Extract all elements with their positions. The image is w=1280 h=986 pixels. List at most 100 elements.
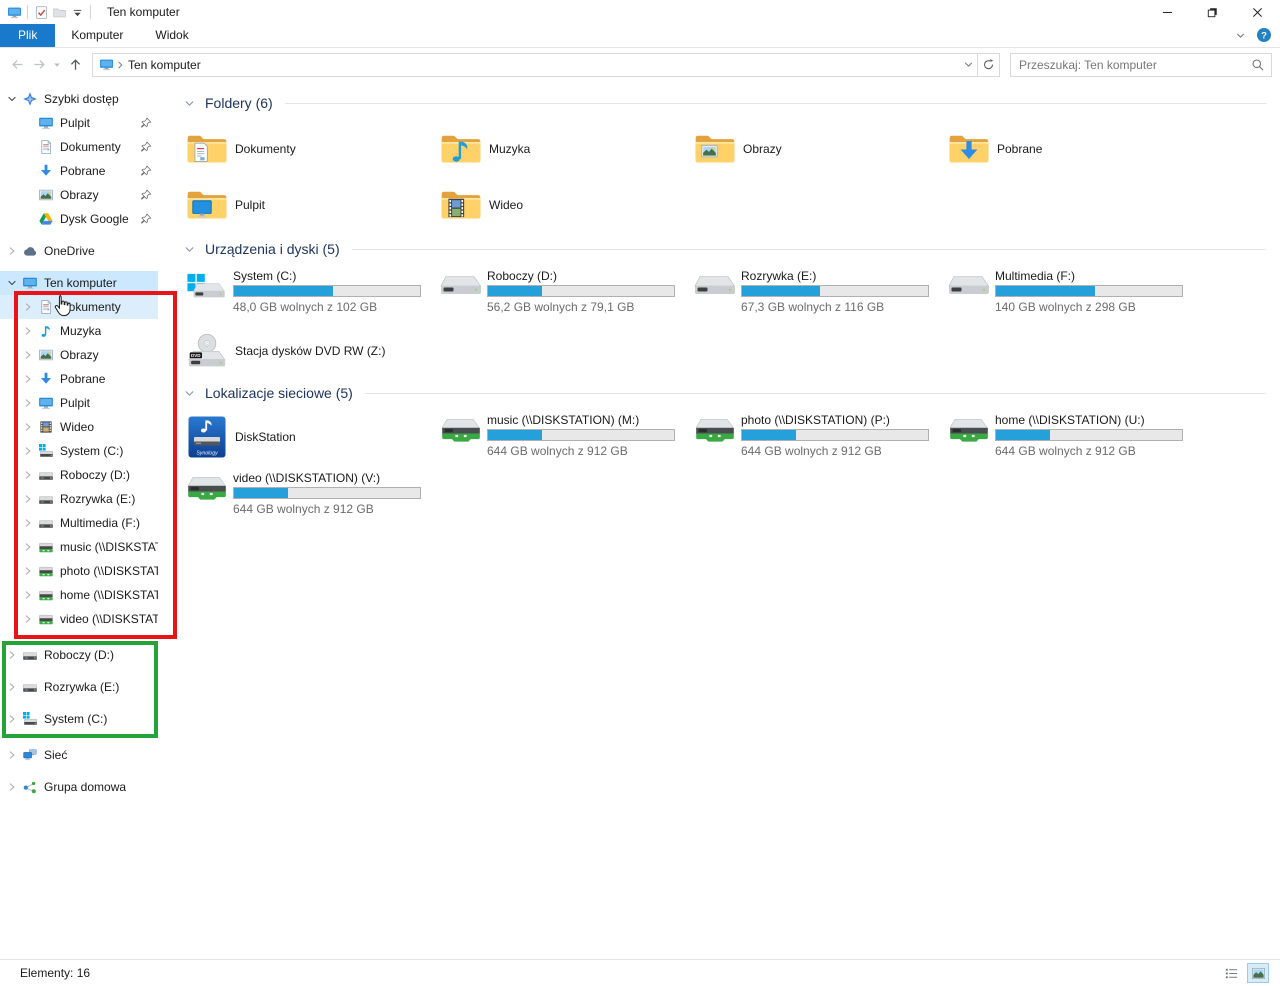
chevron-down-icon[interactable] xyxy=(4,93,20,105)
chevron-right-icon[interactable] xyxy=(20,541,36,553)
sidebar-item-roboczy-d[interactable]: Roboczy (D:) xyxy=(0,639,158,671)
sidebar-item-sieć[interactable]: Sieć xyxy=(0,743,158,767)
chevron-right-icon[interactable] xyxy=(4,713,20,725)
tile-obrazy[interactable]: Obrazy xyxy=(691,121,937,177)
status-bar: Elementy: 16 xyxy=(0,959,1280,986)
sidebar-item-roboczy-d[interactable]: Roboczy (D:) xyxy=(0,463,158,487)
sidebar-item-pobrane[interactable]: Pobrane xyxy=(0,367,158,391)
address-dropdown-chevron-icon[interactable] xyxy=(962,58,975,71)
tile-home-diskstation-u[interactable]: home (\\DISKSTATION) (U:)644 GB wolnych … xyxy=(945,411,1191,469)
tab-widok[interactable]: Widok xyxy=(139,24,204,47)
sidebar-item-ten-komputer[interactable]: Ten komputer xyxy=(0,271,158,295)
tile-muzyka[interactable]: Muzyka xyxy=(437,121,683,177)
group-header-urządzenia-i-dyski-5[interactable]: Urządzenia i dyski (5) xyxy=(183,239,1266,259)
sidebar-item-system-c[interactable]: System (C:) xyxy=(0,439,158,463)
chevron-right-icon[interactable] xyxy=(20,469,36,481)
tab-plik[interactable]: Plik xyxy=(0,24,55,47)
ribbon-expand-chevron-icon[interactable] xyxy=(1234,29,1247,42)
sidebar-item-music-diskstation-m[interactable]: music (\\DISKSTATION) (M:) xyxy=(0,535,158,559)
search-box[interactable] xyxy=(1010,53,1272,77)
recent-locations-dropdown-icon[interactable] xyxy=(50,54,64,76)
chevron-right-icon[interactable] xyxy=(4,681,20,693)
chevron-right-icon[interactable] xyxy=(20,589,36,601)
breadcrumb-separator-icon[interactable] xyxy=(114,59,126,71)
sidebar-item-muzyka[interactable]: Muzyka xyxy=(0,319,158,343)
tile-diskstation[interactable]: SynologyDiskStation xyxy=(183,411,429,463)
sidebar-item-dokumenty[interactable]: Dokumenty xyxy=(0,135,158,159)
sidebar-item-pulpit[interactable]: Pulpit xyxy=(0,111,158,135)
chevron-down-icon[interactable] xyxy=(183,387,196,400)
sidebar-item-dokumenty[interactable]: Dokumenty xyxy=(0,295,158,319)
sidebar-item-obrazy[interactable]: Obrazy xyxy=(0,183,158,207)
chevron-right-icon[interactable] xyxy=(4,781,20,793)
sidebar-item-obrazy[interactable]: Obrazy xyxy=(0,343,158,367)
qat-dropdown-icon[interactable] xyxy=(68,3,86,21)
tile-pobrane[interactable]: Pobrane xyxy=(945,121,1191,177)
chevron-right-icon[interactable] xyxy=(20,565,36,577)
sidebar-item-grupa-domowa[interactable]: Grupa domowa xyxy=(0,775,158,799)
search-input[interactable] xyxy=(1017,57,1251,73)
chevron-right-icon[interactable] xyxy=(20,301,36,313)
tile-rozrywka-e[interactable]: Rozrywka (E:)67,3 GB wolnych z 116 GB xyxy=(691,267,937,325)
group-header-foldery-6[interactable]: Foldery (6) xyxy=(183,93,1266,113)
sidebar-item-photo-diskstation-p[interactable]: photo (\\DISKSTATION) (P:) xyxy=(0,559,158,583)
refresh-button[interactable] xyxy=(978,53,1000,77)
sidebar-item-onedrive[interactable]: OneDrive xyxy=(0,239,158,263)
sidebar-item-wideo[interactable]: Wideo xyxy=(0,415,158,439)
up-button[interactable] xyxy=(64,54,86,76)
list-view-icon[interactable] xyxy=(1221,964,1241,982)
sidebar-item-label: music (\\DISKSTATION) (M:) xyxy=(60,540,158,554)
sidebar-item-video-diskstation-v[interactable]: video (\\DISKSTATION) (V:) xyxy=(0,607,158,631)
search-icon[interactable] xyxy=(1251,58,1265,72)
tile-pulpit[interactable]: Pulpit xyxy=(183,177,429,233)
chevron-right-icon[interactable] xyxy=(20,613,36,625)
thumbnail-view-icon[interactable] xyxy=(1248,964,1268,982)
chevron-right-icon[interactable] xyxy=(20,493,36,505)
tile-music-diskstation-m[interactable]: music (\\DISKSTATION) (M:)644 GB wolnych… xyxy=(437,411,683,469)
tile-roboczy-d[interactable]: Roboczy (D:)56,2 GB wolnych z 79,1 GB xyxy=(437,267,683,325)
sidebar-item-system-c[interactable]: System (C:) xyxy=(0,703,158,735)
chevron-right-icon[interactable] xyxy=(20,445,36,457)
address-bar[interactable]: Ten komputer xyxy=(92,53,978,77)
sidebar-item-rozrywka-e[interactable]: Rozrywka (E:) xyxy=(0,487,158,511)
chevron-right-icon[interactable] xyxy=(20,373,36,385)
check-document-icon[interactable] xyxy=(32,3,50,21)
group-header-lokalizacje-sieciowe-5[interactable]: Lokalizacje sieciowe (5) xyxy=(183,383,1266,403)
breadcrumb[interactable]: Ten komputer xyxy=(128,58,201,72)
forward-button[interactable] xyxy=(28,54,50,76)
tile-multimedia-f[interactable]: Multimedia (F:)140 GB wolnych z 298 GB xyxy=(945,267,1191,325)
onedrive-icon xyxy=(20,243,40,259)
folder-icon[interactable] xyxy=(50,3,68,21)
sidebar-item-pobrane[interactable]: Pobrane xyxy=(0,159,158,183)
tile-photo-diskstation-p[interactable]: photo (\\DISKSTATION) (P:)644 GB wolnych… xyxy=(691,411,937,469)
help-icon[interactable]: ? xyxy=(1256,27,1272,43)
chevron-right-icon[interactable] xyxy=(20,325,36,337)
close-button[interactable] xyxy=(1235,0,1280,24)
tile-wideo[interactable]: Wideo xyxy=(437,177,683,233)
sidebar-item-pulpit[interactable]: Pulpit xyxy=(0,391,158,415)
tile-stacja-dysków-dvd-rw-z[interactable]: DVDStacja dysków DVD RW (Z:) xyxy=(183,325,429,377)
chevron-down-icon[interactable] xyxy=(183,243,196,256)
sidebar-item-multimedia-f[interactable]: Multimedia (F:) xyxy=(0,511,158,535)
tile-dokumenty[interactable]: Dokumenty xyxy=(183,121,429,177)
chevron-right-icon[interactable] xyxy=(20,517,36,529)
chevron-right-icon[interactable] xyxy=(20,349,36,361)
restore-button[interactable] xyxy=(1190,0,1235,24)
chevron-down-icon[interactable] xyxy=(4,277,20,289)
chevron-right-icon[interactable] xyxy=(4,649,20,661)
tile-system-c[interactable]: System (C:)48,0 GB wolnych z 102 GB xyxy=(183,267,429,325)
chevron-right-icon[interactable] xyxy=(20,421,36,433)
sidebar-item-label: home (\\DISKSTATION) (U:) xyxy=(60,588,158,602)
tab-komputer[interactable]: Komputer xyxy=(55,24,139,47)
sidebar-item-szybki-dostęp[interactable]: Szybki dostęp xyxy=(0,87,158,111)
chevron-right-icon[interactable] xyxy=(20,397,36,409)
chevron-down-icon[interactable] xyxy=(183,97,196,110)
sidebar-item-home-diskstation-u[interactable]: home (\\DISKSTATION) (U:) xyxy=(0,583,158,607)
minimize-button[interactable] xyxy=(1145,0,1190,24)
tile-video-diskstation-v[interactable]: video (\\DISKSTATION) (V:)644 GB wolnych… xyxy=(183,469,429,527)
back-button[interactable] xyxy=(6,54,28,76)
sidebar-item-dysk-google[interactable]: Dysk Google xyxy=(0,207,158,231)
chevron-right-icon[interactable] xyxy=(4,245,20,257)
chevron-right-icon[interactable] xyxy=(4,749,20,761)
sidebar-item-rozrywka-e[interactable]: Rozrywka (E:) xyxy=(0,671,158,703)
